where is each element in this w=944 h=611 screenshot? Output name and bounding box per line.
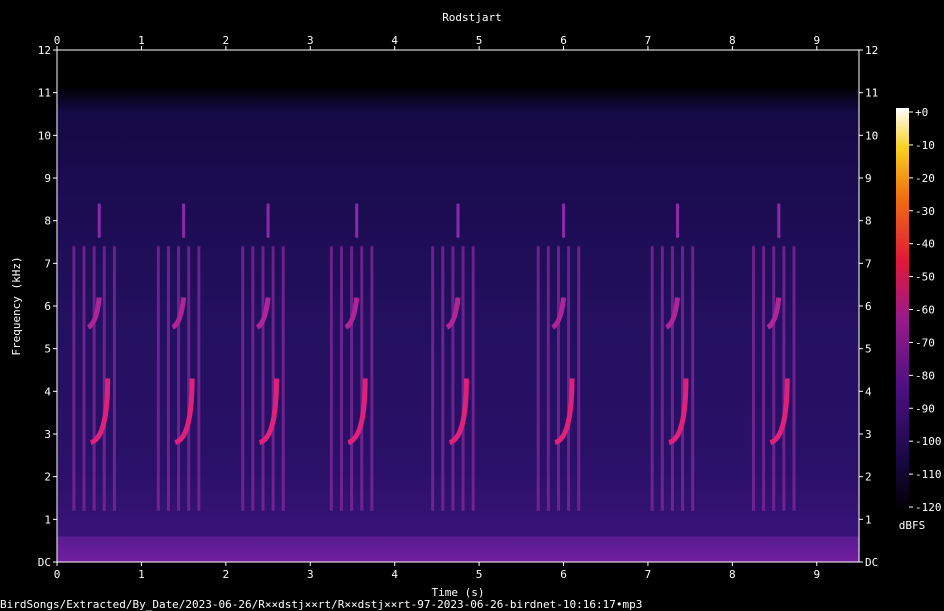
x-tick-label: 9	[813, 568, 820, 581]
x-tick-label: 7	[645, 568, 652, 581]
x-tick-label-top: 5	[476, 34, 483, 47]
x-tick-label: 5	[476, 568, 483, 581]
file-path: BirdSongs/Extracted/By_Date/2023-06-26/R…	[0, 598, 642, 611]
y-tick-label: 9	[44, 172, 51, 185]
colorbar-tick-label: -80	[915, 369, 935, 382]
y-tick-label-right: 4	[865, 385, 872, 398]
x-tick-label-top: 2	[223, 34, 230, 47]
song-phrase	[329, 203, 374, 511]
y-tick-label: 6	[44, 300, 51, 313]
y-tick-label-right: 9	[865, 172, 872, 185]
x-tick-label: 6	[560, 568, 567, 581]
x-tick-label: 2	[223, 568, 230, 581]
y-tick-label: 11	[38, 87, 51, 100]
song-marks	[57, 50, 859, 562]
x-tick-label-top: 1	[138, 34, 145, 47]
y-tick-label-right: 11	[865, 87, 878, 100]
song-phrase	[241, 203, 285, 511]
colorbar-tick-label: -50	[915, 271, 935, 284]
colorbar-tick-label: -30	[915, 205, 935, 218]
y-tick-label: 1	[44, 513, 51, 526]
y-tick-label: 8	[44, 215, 51, 228]
x-tick-label-top: 6	[560, 34, 567, 47]
colorbar-tick-label: -110	[915, 468, 942, 481]
y-tick-label-right: 8	[865, 215, 872, 228]
x-tick-label-top: 3	[307, 34, 314, 47]
low-frequency-band	[57, 536, 859, 562]
x-tick-label: 8	[729, 568, 736, 581]
x-tick-label: 0	[54, 568, 61, 581]
x-tick-label-top: 9	[813, 34, 820, 47]
y-tick-label: 12	[38, 44, 51, 57]
colorbar-tick-label: -70	[915, 336, 935, 349]
colorbar-tick-label: -120	[915, 501, 942, 514]
y-tick-label: DC	[38, 556, 51, 569]
x-tick-label: 3	[307, 568, 314, 581]
song-phrase	[650, 203, 695, 511]
colorbar-tick-label: -40	[915, 238, 935, 251]
y-tick-label-right: DC	[865, 556, 878, 569]
song-phrase	[431, 203, 475, 511]
y-tick-label-right: 1	[865, 513, 872, 526]
song-phrase	[536, 203, 581, 511]
x-tick-label-top: 4	[391, 34, 398, 47]
y-tick-label-right: 5	[865, 343, 872, 356]
y-tick-label-right: 10	[865, 129, 878, 142]
y-tick-label: 2	[44, 471, 51, 484]
colorbar-label: dBFS	[899, 519, 926, 532]
y-tick-label-right: 7	[865, 257, 872, 270]
colorbar-ticks: +0 -10 -20 -30 -40 -50 -60 -70 -80 -90 -100 -110 -12…	[909, 106, 942, 514]
x-tick-label: 4	[391, 568, 398, 581]
y-tick-label-right: 12	[865, 44, 878, 57]
song-phrase	[156, 203, 201, 511]
y-tick-label: 5	[44, 343, 51, 356]
y-tick-label-right: 6	[865, 300, 872, 313]
spectrogram-chart: 00112233445566778899DC DC1 12 23 34 45 56 67 78 8…	[0, 11, 942, 611]
colorbar	[896, 108, 909, 511]
colorbar-tick-label: -10	[915, 139, 935, 152]
chart-title: Rodstjart	[442, 11, 502, 24]
x-tick-label: 1	[138, 568, 145, 581]
y-tick-label-right: 2	[865, 471, 872, 484]
colorbar-tick-label: -90	[915, 402, 935, 415]
colorbar-tick-label: -60	[915, 304, 935, 317]
x-tick-label-top: 8	[729, 34, 736, 47]
y-tick-label-right: 3	[865, 428, 872, 441]
colorbar-tick-label: +0	[915, 106, 928, 119]
y-tick-label: 7	[44, 257, 51, 270]
y-tick-label: 3	[44, 428, 51, 441]
y-axis-label: Frequency (kHz)	[10, 256, 23, 355]
colorbar-tick-label: -100	[915, 435, 942, 448]
x-tick-label-top: 0	[54, 34, 61, 47]
song-phrase	[751, 203, 796, 511]
colorbar-tick-label: -20	[915, 172, 935, 185]
empty-band	[57, 50, 859, 68]
x-tick-label-top: 7	[645, 34, 652, 47]
y-tick-label: 4	[44, 385, 51, 398]
y-tick-label: 10	[38, 129, 51, 142]
song-phrase	[72, 203, 116, 511]
